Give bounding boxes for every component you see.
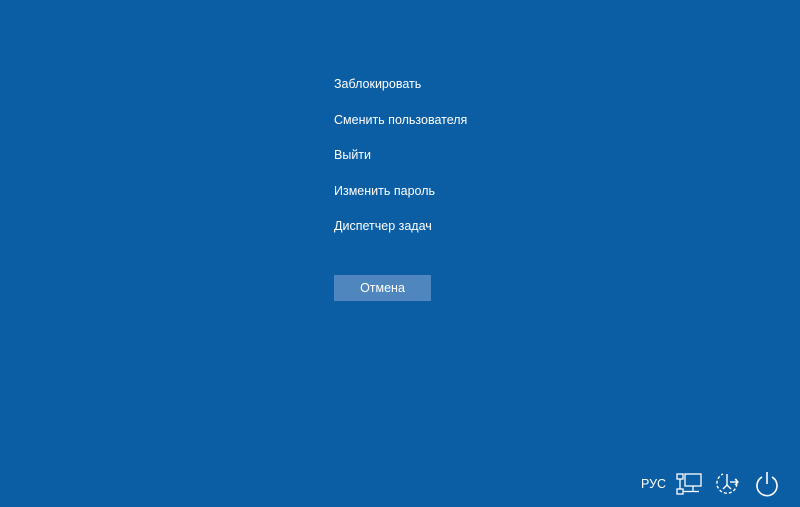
- switch-user-option[interactable]: Сменить пользователя: [334, 110, 534, 130]
- language-indicator[interactable]: РУС: [641, 475, 666, 493]
- network-icon[interactable]: [676, 472, 704, 496]
- task-manager-option[interactable]: Диспетчер задач: [334, 216, 534, 236]
- power-icon-graphic: [756, 472, 778, 497]
- network-icon-graphic: [676, 473, 702, 495]
- lock-option[interactable]: Заблокировать: [334, 74, 534, 94]
- ease-of-access-icon-graphic: [716, 473, 739, 494]
- ease-of-access-icon[interactable]: [714, 470, 742, 498]
- power-icon[interactable]: [754, 470, 780, 498]
- cancel-button[interactable]: Отмена: [334, 275, 431, 301]
- security-options-menu: Заблокировать Сменить пользователя Выйти…: [334, 74, 534, 252]
- sign-out-option[interactable]: Выйти: [334, 145, 534, 165]
- change-password-option[interactable]: Изменить пароль: [334, 181, 534, 201]
